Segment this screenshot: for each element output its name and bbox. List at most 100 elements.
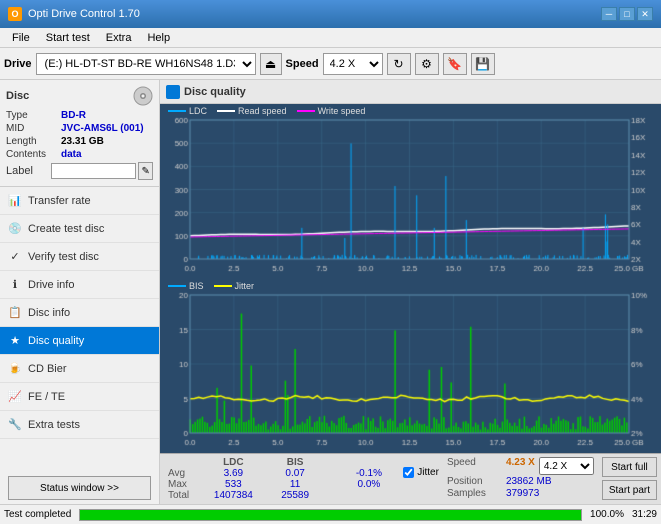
stats-table: LDC BIS Avg 3.69 0.07 -0.1% xyxy=(164,457,395,501)
refresh-button[interactable]: ↻ xyxy=(387,53,411,75)
speed-select[interactable]: 4.2 X xyxy=(323,53,383,75)
legend-read-speed: Read speed xyxy=(217,106,287,116)
read-speed-legend-label: Read speed xyxy=(238,106,287,116)
type-label: Type xyxy=(6,110,61,121)
sidebar-item-create-test-disc[interactable]: 💿 Create test disc xyxy=(0,215,159,243)
jitter-checkbox[interactable] xyxy=(403,467,414,478)
label-input[interactable] xyxy=(51,163,136,179)
jitter-label: Jitter xyxy=(417,467,439,478)
create-test-disc-icon: 💿 xyxy=(8,222,22,236)
samples-value: 379973 xyxy=(506,488,539,499)
position-stat-row: Position 23862 MB xyxy=(447,476,594,487)
start-part-button[interactable]: Start part xyxy=(602,480,657,500)
speed-stat-select[interactable]: 4.2 X xyxy=(539,457,594,475)
minimize-button[interactable]: ─ xyxy=(601,7,617,21)
sidebar-item-label: Transfer rate xyxy=(28,195,91,207)
bookmark-button[interactable]: 🔖 xyxy=(443,53,467,75)
read-speed-legend-line xyxy=(217,110,235,112)
stats-header-row: LDC BIS xyxy=(164,457,395,468)
sidebar-item-disc-info[interactable]: 📋 Disc info xyxy=(0,299,159,327)
main-area: Disc Type BD-R MID JVC-AMS6L (001) Lengt… xyxy=(0,80,661,504)
disc-icon xyxy=(133,86,153,106)
title-bar: O Opti Drive Control 1.70 ─ □ ✕ xyxy=(0,0,661,28)
menu-start-test[interactable]: Start test xyxy=(38,30,98,46)
sidebar-item-label: Drive info xyxy=(28,279,74,291)
toolbar: Drive (E:) HL-DT-ST BD-RE WH16NS48 1.D3 … xyxy=(0,48,661,80)
bottom-chart-legend: BIS Jitter xyxy=(168,281,254,291)
status-text: Test completed xyxy=(4,509,71,520)
bis-total: 25589 xyxy=(268,490,323,501)
ldc-legend-label: LDC xyxy=(189,106,207,116)
label-edit-button[interactable]: ✎ xyxy=(138,162,153,180)
status-window-button[interactable]: Status window >> xyxy=(8,476,151,500)
length-label: Length xyxy=(6,136,61,147)
sidebar-item-label: Disc info xyxy=(28,307,70,319)
mid-value: JVC-AMS6L (001) xyxy=(61,123,144,134)
mid-label: MID xyxy=(6,123,61,134)
length-value: 23.31 GB xyxy=(61,136,104,147)
nav-items: 📊 Transfer rate 💿 Create test disc ✓ Ver… xyxy=(0,187,159,472)
menu-file[interactable]: File xyxy=(4,30,38,46)
sidebar-item-cd-bier[interactable]: 🍺 CD Bier xyxy=(0,355,159,383)
write-speed-legend-line xyxy=(297,110,315,112)
legend-write-speed: Write speed xyxy=(297,106,366,116)
start-full-button[interactable]: Start full xyxy=(602,457,657,477)
elapsed-time: 31:29 xyxy=(632,509,657,520)
ldc-avg: 3.69 xyxy=(199,468,268,479)
content-header: Disc quality xyxy=(160,80,661,104)
disc-section-label: Disc xyxy=(6,90,29,102)
maximize-button[interactable]: □ xyxy=(619,7,635,21)
progress-percent: 100.0% xyxy=(590,509,624,520)
sidebar-item-label: Verify test disc xyxy=(28,251,99,263)
top-chart-legend: LDC Read speed Write speed xyxy=(168,106,365,116)
progress-bar-fill xyxy=(80,510,581,520)
disc-quality-icon: ★ xyxy=(8,334,22,348)
drive-label: Drive xyxy=(4,58,32,70)
drive-select[interactable]: (E:) HL-DT-ST BD-RE WH16NS48 1.D3 xyxy=(36,53,256,75)
sidebar-item-fe-te[interactable]: 📈 FE / TE xyxy=(0,383,159,411)
speed-stat-value: 4.23 X xyxy=(506,457,535,475)
eject-button[interactable]: ⏏ xyxy=(260,53,282,75)
bis-legend-label: BIS xyxy=(189,281,204,291)
contents-value: data xyxy=(61,149,82,160)
status-bar: Test completed 100.0% 31:29 xyxy=(0,504,661,524)
start-buttons: Start full Start part xyxy=(602,457,657,500)
position-value: 23862 MB xyxy=(506,476,552,487)
avg-row: Avg 3.69 0.07 -0.1% xyxy=(164,468,395,479)
avg-label: Avg xyxy=(164,468,199,479)
position-label: Position xyxy=(447,476,502,487)
jitter-legend-label: Jitter xyxy=(235,281,255,291)
sidebar-item-transfer-rate[interactable]: 📊 Transfer rate xyxy=(0,187,159,215)
bis-avg: 0.07 xyxy=(268,468,323,479)
write-speed-legend-label: Write speed xyxy=(318,106,366,116)
samples-stat-row: Samples 379973 xyxy=(447,488,594,499)
jitter-section: Jitter xyxy=(403,457,439,478)
total-label: Total xyxy=(164,490,199,501)
sidebar-item-disc-quality[interactable]: ★ Disc quality xyxy=(0,327,159,355)
content-icon xyxy=(166,85,180,99)
type-value: BD-R xyxy=(61,110,86,121)
stats-area: LDC BIS Avg 3.69 0.07 -0.1% xyxy=(160,453,661,504)
sidebar-item-label: CD Bier xyxy=(28,363,67,375)
speed-stat-label: Speed xyxy=(447,457,502,475)
right-stats: Speed 4.23 X 4.2 X Position 23862 MB Sam… xyxy=(447,457,594,499)
menu-extra[interactable]: Extra xyxy=(98,30,140,46)
sidebar: Disc Type BD-R MID JVC-AMS6L (001) Lengt… xyxy=(0,80,160,504)
save-button[interactable]: 💾 xyxy=(471,53,495,75)
menu-help[interactable]: Help xyxy=(139,30,178,46)
top-chart-canvas xyxy=(160,104,661,279)
window-title: Opti Drive Control 1.70 xyxy=(28,8,140,20)
sidebar-item-drive-info[interactable]: ℹ Drive info xyxy=(0,271,159,299)
sidebar-item-extra-tests[interactable]: 🔧 Extra tests xyxy=(0,411,159,439)
bis-legend-line xyxy=(168,285,186,287)
close-button[interactable]: ✕ xyxy=(637,7,653,21)
sidebar-item-label: Create test disc xyxy=(28,223,104,235)
content-title: Disc quality xyxy=(184,86,246,98)
jitter-max-spacer xyxy=(323,479,343,490)
settings-button[interactable]: ⚙ xyxy=(415,53,439,75)
ldc-total: 1407384 xyxy=(199,490,268,501)
samples-label: Samples xyxy=(447,488,502,499)
max-label: Max xyxy=(164,479,199,490)
content-area: Disc quality LDC Read speed Wri xyxy=(160,80,661,504)
sidebar-item-verify-test-disc[interactable]: ✓ Verify test disc xyxy=(0,243,159,271)
